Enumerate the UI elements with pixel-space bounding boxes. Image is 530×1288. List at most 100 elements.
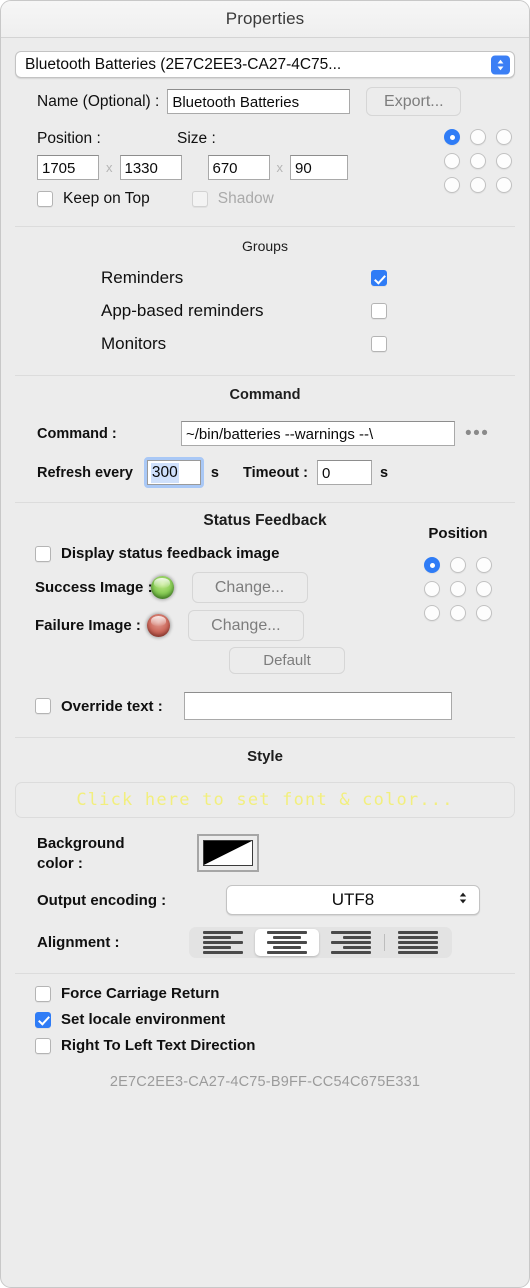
status-position-radio-grid[interactable] bbox=[403, 553, 513, 625]
groups-title: Groups bbox=[242, 238, 288, 254]
style-section: Style Click here to set font & color... … bbox=[1, 738, 529, 958]
window-titlebar: Properties bbox=[1, 1, 529, 38]
option-row-right-to-left: Right To Left Text Direction bbox=[1, 1037, 529, 1054]
anchor-radio-2[interactable] bbox=[496, 129, 512, 145]
font-color-preview-text: Click here to set font & color... bbox=[76, 790, 454, 810]
command-browse-button[interactable]: ••• bbox=[465, 424, 489, 443]
status-position-radio-0[interactable] bbox=[424, 557, 440, 573]
override-text-input[interactable] bbox=[183, 692, 452, 720]
group-checkbox-monitors[interactable] bbox=[371, 336, 387, 352]
status-position-radio-7[interactable] bbox=[450, 605, 466, 621]
position-x-input[interactable]: 1705 bbox=[37, 155, 99, 180]
geeklet-uuid: 2E7C2EE3-CA27-4C75-B9FF-CC54C675E331 bbox=[109, 1074, 421, 1090]
status-position-radio-6[interactable] bbox=[424, 605, 440, 621]
background-color-row: Background color : bbox=[1, 834, 529, 872]
anchor-radio-3[interactable] bbox=[444, 153, 460, 169]
anchor-radio-7[interactable] bbox=[470, 177, 486, 193]
group-checkbox-app-based-reminders[interactable] bbox=[371, 303, 387, 319]
anchor-radio-4[interactable] bbox=[470, 153, 486, 169]
anchor-radio-1[interactable] bbox=[470, 129, 486, 145]
anchor-radio-6[interactable] bbox=[444, 177, 460, 193]
options-section: Force Carriage Return Set locale environ… bbox=[1, 974, 529, 1054]
style-title: Style bbox=[247, 748, 283, 765]
display-status-image-checkbox[interactable] bbox=[35, 545, 51, 562]
window-anchor-radio-grid[interactable] bbox=[439, 125, 517, 197]
group-label-reminders: Reminders bbox=[101, 268, 184, 287]
right-to-left-label: Right To Left Text Direction bbox=[61, 1037, 256, 1054]
output-encoding-popup[interactable]: UTF8 bbox=[226, 885, 480, 915]
status-position-label: Position bbox=[428, 525, 488, 542]
page-title: Properties bbox=[225, 9, 305, 28]
status-feedback-section: Status Feedback Display status feedback … bbox=[1, 503, 529, 720]
status-position-radio-2[interactable] bbox=[476, 557, 492, 573]
position-y-input[interactable]: 1330 bbox=[119, 155, 182, 180]
timeout-unit: s bbox=[379, 464, 389, 481]
size-width-input[interactable]: 670 bbox=[207, 155, 270, 180]
align-right-icon[interactable] bbox=[319, 929, 383, 956]
align-center-icon[interactable] bbox=[255, 929, 319, 956]
success-image-orb-icon[interactable] bbox=[150, 576, 174, 599]
size-multiplier: x bbox=[276, 160, 284, 175]
output-encoding-label: Output encoding : bbox=[37, 891, 167, 909]
override-text-checkbox[interactable] bbox=[35, 698, 51, 714]
command-row: Command : ~/bin/batteries --warnings --\… bbox=[1, 421, 529, 446]
command-input[interactable]: ~/bin/batteries --warnings --\ bbox=[181, 421, 455, 446]
anchor-radio-8[interactable] bbox=[496, 177, 512, 193]
group-row-monitors: Monitors bbox=[1, 334, 529, 354]
option-row-set-locale-environment: Set locale environment bbox=[1, 1011, 529, 1028]
output-encoding-row: Output encoding : UTF8 bbox=[1, 885, 529, 915]
set-locale-environment-label: Set locale environment bbox=[61, 1011, 226, 1028]
command-title: Command bbox=[229, 387, 301, 403]
command-label: Command : bbox=[37, 425, 117, 442]
status-position-radio-5[interactable] bbox=[476, 581, 492, 597]
group-row-reminders: Reminders bbox=[1, 268, 529, 288]
refresh-unit: s bbox=[210, 464, 219, 481]
background-color-label: Background color : bbox=[37, 834, 125, 872]
size-height-input[interactable]: 90 bbox=[290, 155, 348, 180]
shadow-label: Shadow bbox=[217, 190, 274, 207]
default-button[interactable]: Default bbox=[229, 647, 345, 674]
status-position-radio-3[interactable] bbox=[424, 581, 440, 597]
name-row: Name (Optional) : Bluetooth Batteries Ex… bbox=[1, 78, 529, 116]
group-checkbox-reminders[interactable] bbox=[371, 270, 387, 286]
position-label: Position : bbox=[37, 130, 101, 147]
failure-image-label: Failure Image : bbox=[35, 617, 141, 634]
align-left-icon[interactable] bbox=[191, 929, 255, 956]
success-change-button[interactable]: Change... bbox=[191, 572, 308, 603]
timeout-input[interactable]: 0 bbox=[316, 460, 372, 485]
size-label: Size : bbox=[177, 130, 216, 147]
segment-divider bbox=[384, 934, 385, 951]
align-justify-icon[interactable] bbox=[386, 929, 450, 956]
font-color-preview-button[interactable]: Click here to set font & color... bbox=[15, 782, 515, 818]
chevron-up-down-icon[interactable] bbox=[491, 55, 510, 74]
chevron-up-down-icon-encoding[interactable] bbox=[458, 890, 468, 910]
background-color-well[interactable] bbox=[197, 834, 259, 872]
right-to-left-checkbox[interactable] bbox=[35, 1037, 51, 1054]
export-button[interactable]: Export... bbox=[366, 87, 462, 116]
shadow-checkbox[interactable] bbox=[191, 191, 208, 207]
refresh-label: Refresh every bbox=[37, 464, 133, 481]
properties-window: Properties Bluetooth Batteries (2E7C2EE3… bbox=[0, 0, 530, 1288]
status-position-radio-8[interactable] bbox=[476, 605, 492, 621]
anchor-radio-5[interactable] bbox=[496, 153, 512, 169]
failure-image-orb-icon[interactable] bbox=[146, 614, 170, 637]
geeklet-selector-popup[interactable]: Bluetooth Batteries (2E7C2EE3-CA27-4C75.… bbox=[15, 51, 515, 78]
name-input[interactable]: Bluetooth Batteries bbox=[167, 89, 351, 114]
force-carriage-return-checkbox[interactable] bbox=[35, 985, 51, 1002]
refresh-input[interactable]: 300 bbox=[143, 457, 204, 488]
group-label-app-based-reminders: App-based reminders bbox=[101, 301, 264, 320]
failure-change-button[interactable]: Change... bbox=[187, 610, 304, 641]
keep-on-top-checkbox[interactable] bbox=[37, 191, 53, 207]
background-color-swatch-icon bbox=[203, 840, 253, 866]
anchor-radio-0[interactable] bbox=[444, 129, 460, 145]
geeklet-selector-value: Bluetooth Batteries (2E7C2EE3-CA27-4C75.… bbox=[25, 55, 342, 73]
status-position-radio-1[interactable] bbox=[450, 557, 466, 573]
status-position-radio-4[interactable] bbox=[450, 581, 466, 597]
groups-section: Groups Reminders App-based reminders Mon… bbox=[1, 227, 529, 354]
alignment-segmented-control[interactable] bbox=[189, 927, 452, 958]
set-locale-environment-checkbox[interactable] bbox=[35, 1011, 51, 1028]
option-row-force-carriage-return: Force Carriage Return bbox=[1, 985, 529, 1002]
name-label: Name (Optional) : bbox=[37, 92, 160, 110]
command-section: Command Command : ~/bin/batteries --warn… bbox=[1, 376, 529, 488]
geeklet-selector-row: Bluetooth Batteries (2E7C2EE3-CA27-4C75.… bbox=[1, 38, 529, 78]
